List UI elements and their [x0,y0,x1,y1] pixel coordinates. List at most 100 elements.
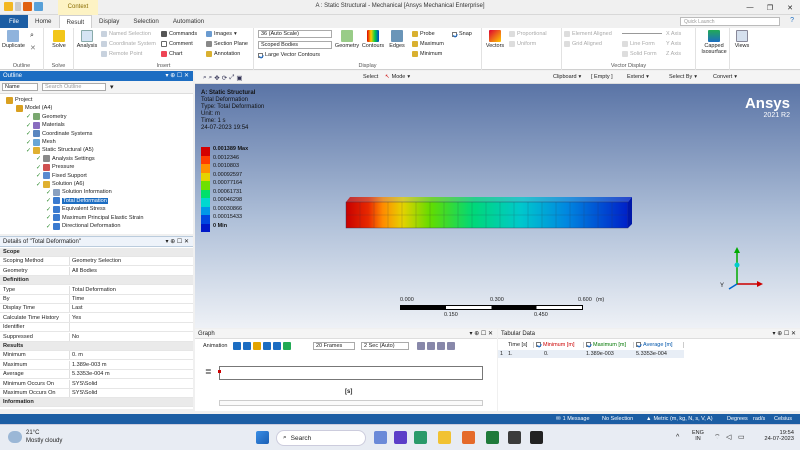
contour-checkbox[interactable]: Large Vector Contours [258,52,320,58]
tree-node[interactable]: ✓ Mesh [26,138,56,146]
z-axis-button[interactable]: Z Axis [666,51,681,57]
duration-select[interactable]: 2 Sec (Auto) [361,342,409,350]
y-axis-button[interactable]: Y Axis [666,41,681,47]
filter-icon[interactable]: ▾ [110,83,114,91]
tab-selection[interactable]: Selection [126,15,165,28]
ansys-workbench-icon[interactable] [508,431,521,444]
messages-button[interactable]: ✉ 1 Message [556,416,590,422]
panel-controls[interactable]: ▾ ⊕ ☐ ✕ [773,329,796,339]
vectors-button[interactable]: Vectors [484,30,506,49]
zoom-icon[interactable]: ⌕ [203,74,207,82]
checkbox-icon[interactable] [586,342,591,347]
search-icon[interactable]: ⌕ [30,32,34,40]
contours-button[interactable]: Contours [360,30,386,49]
tree-node[interactable]: ✓ Static Structural (A5) [26,146,94,154]
tree-node[interactable]: ✓ Solution (A6) [36,180,84,188]
details-value[interactable]: Yes [70,314,81,322]
convert-button[interactable]: Convert ▾ [713,74,737,80]
tab-file[interactable]: File [0,15,28,28]
zoom-icon[interactable] [427,342,435,350]
details-row[interactable]: Minimum 0. m [0,351,193,361]
details-value[interactable]: All Bodies [70,267,97,275]
views-button[interactable]: Views [731,30,753,49]
beam-model[interactable] [345,194,635,234]
remote-point-button[interactable]: Remote Point [101,51,142,57]
axis-triad[interactable]: Y [715,239,765,294]
named-selection-button[interactable]: Named Selection [101,31,151,37]
details-value[interactable]: 0. m [70,351,83,359]
tab-home[interactable]: Home [28,15,59,28]
coordinate-system-button[interactable]: Coordinate System [101,41,156,47]
rotate-icon[interactable]: ⟳ [222,74,227,82]
weather-text[interactable]: Mostly cloudy [26,438,62,444]
next-frame-icon[interactable] [273,342,281,350]
help-icon[interactable]: ? [790,17,794,24]
windows-start-icon[interactable] [256,431,269,444]
zoom-out-icon[interactable]: ⌕ [209,74,213,82]
language-indicator[interactable]: ENG IN [692,430,704,442]
details-value[interactable]: SYS\Solid [70,380,97,388]
details-section[interactable]: Results [0,342,193,351]
tree-node[interactable]: ✓ Fixed Support [36,172,87,180]
solve-button[interactable]: Solve [48,30,70,49]
commands-button[interactable]: Commands [161,31,197,37]
time-scrollbar[interactable] [219,400,483,406]
details-value[interactable]: 5.3353e-004 m [70,370,110,378]
analysis-button[interactable]: Analysis [76,30,98,49]
rads-button[interactable]: rad/s [753,416,765,422]
panel-controls[interactable]: ▾ ⊕ ☐ ✕ [166,237,189,247]
degrees-button[interactable]: Degrees [727,416,748,422]
uniform-button[interactable]: Uniform [509,41,536,47]
checkbox-icon[interactable] [536,342,541,347]
extend-button[interactable]: Extend ▾ [627,74,649,80]
tree-node[interactable]: ✓ Analysis Settings [36,155,95,163]
details-row[interactable]: Maximum Occurs On SYS\Solid [0,389,193,398]
excel-icon[interactable] [486,431,499,444]
ansys-mechanical-icon[interactable] [530,431,543,444]
celsius-button[interactable]: Celsius [774,416,792,422]
details-row[interactable]: Geometry All Bodies [0,266,193,276]
minimum-button[interactable]: Minimum [412,51,442,57]
export-video-icon[interactable] [417,342,425,350]
stop-icon[interactable] [253,342,261,350]
element-aligned-button[interactable]: Element Aligned [564,31,612,37]
wifi-icon[interactable]: ⌔ [714,433,721,442]
teams-icon[interactable] [394,431,407,444]
range-icon[interactable] [437,342,445,350]
tab-display[interactable]: Display [92,15,126,28]
edge-icon[interactable] [414,431,427,444]
images-button[interactable]: Images ▾ [206,31,237,37]
maximum-button[interactable]: Maximum [412,41,444,47]
pan-icon[interactable]: ✥ [214,74,219,82]
previous-frame-icon[interactable] [263,342,271,350]
box-zoom-icon[interactable]: ▣ [236,74,242,82]
clipboard-button[interactable]: Clipboard ▾ [553,74,581,80]
proportional-button[interactable]: Proportional [509,31,547,37]
capped-isosurface-button[interactable]: Capped Isosurface [700,30,728,55]
probe-button[interactable]: Probe [412,31,435,37]
details-row[interactable]: By Time [0,295,193,304]
tree-node[interactable]: ✓ Solution Information [46,188,112,196]
duplicate-button[interactable]: Duplicate [2,30,25,49]
panel-controls[interactable]: ▾ ⊕ ☐ ✕ [166,71,189,81]
minimize-icon[interactable]: — [740,0,760,15]
tab-result[interactable]: Result [58,15,93,28]
tree-node[interactable]: ✓ Directional Deformation [46,222,120,230]
details-row[interactable]: Minimum Occurs On SYS\Solid [0,379,193,389]
details-section[interactable]: Definition [0,276,193,286]
details-value[interactable]: Total Deformation [70,286,116,294]
column-header[interactable]: Maximum [m] [584,341,634,348]
weather-icon[interactable] [8,431,22,443]
graphics-viewport[interactable]: Y [195,84,800,328]
annotation-button[interactable]: Annotation [206,51,240,57]
column-header[interactable]: Average [m] [634,341,684,348]
tree-node[interactable]: Project [6,96,32,104]
scale-select[interactable]: 36 (Auto Scale) [258,30,332,38]
tree-node[interactable]: ✓ Geometry [26,113,67,121]
details-section[interactable]: Information [0,398,193,408]
line-form-button[interactable]: Line Form [622,41,655,47]
checkbox-icon[interactable] [636,342,641,347]
clock[interactable]: 19:54 24-07-2023 [756,430,794,442]
details-value[interactable]: Last [70,304,83,312]
time-plot-area[interactable] [218,366,483,380]
